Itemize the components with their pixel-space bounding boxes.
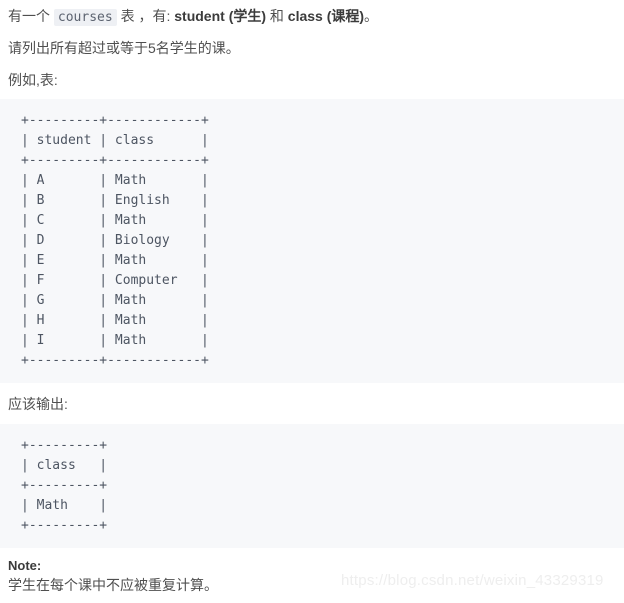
output-row: | Math | [21, 498, 108, 513]
output-header-row: | class | [21, 458, 108, 473]
table-row: | D | Biology | [21, 233, 209, 248]
table-row: | F | Computer | [21, 273, 209, 288]
table-divider-top: +---------+------------+ [21, 113, 209, 128]
example-label: 例如,表: [8, 72, 58, 88]
table-header-row: | student | class | [21, 133, 209, 148]
code-block-courses-table: +---------+------------+ | student | cla… [0, 99, 624, 383]
intro-suffix: 。 [364, 8, 379, 24]
table-divider-bottom: +---------+------------+ [21, 353, 209, 368]
note-title: Note: [8, 558, 42, 573]
output-divider-bottom: +---------+ [21, 518, 108, 533]
output-divider-top: +---------+ [21, 438, 108, 453]
table-row: | E | Math | [21, 253, 209, 268]
intro-prefix: 有一个 [8, 8, 54, 24]
article-body: 有一个 courses 表 ，有: student (学生) 和 class (… [0, 0, 624, 603]
column-class-label: class (课程) [287, 8, 365, 24]
csdn-watermark: https://blog.csdn.net/weixin_43329319 [341, 572, 604, 589]
note-body: 学生在每个课中不应被重复计算。 [8, 577, 218, 593]
column-student-label: student (学生) [174, 8, 267, 24]
intro-middle: 表 ，有: [116, 8, 175, 24]
inline-code-courses: courses [53, 9, 117, 26]
table-row: | I | Math | [21, 333, 209, 348]
note-section: Note: 学生在每个课中不应被重复计算。 [0, 556, 226, 595]
table-row: | G | Math | [21, 293, 209, 308]
code-block-output-table: +---------+ | class | +---------+ | Math… [0, 424, 624, 548]
table-row: | C | Math | [21, 213, 209, 228]
table-row: | A | Math | [21, 173, 209, 188]
output-table-ascii: +---------+ | class | +---------+ | Math… [0, 436, 624, 536]
output-divider-mid: +---------+ [21, 478, 108, 493]
table-row: | B | English | [21, 193, 209, 208]
table-row: | H | Math | [21, 313, 209, 328]
output-label: 应该输出: [8, 396, 68, 412]
question-paragraph: 请列出所有超过或等于5名学生的课。 [8, 40, 240, 56]
table-divider-mid: +---------+------------+ [21, 153, 209, 168]
courses-table-ascii: +---------+------------+ | student | cla… [0, 111, 624, 371]
intro-conjunction: 和 [266, 8, 288, 24]
intro-paragraph: 有一个 courses 表 ，有: student (学生) 和 class (… [0, 6, 386, 28]
